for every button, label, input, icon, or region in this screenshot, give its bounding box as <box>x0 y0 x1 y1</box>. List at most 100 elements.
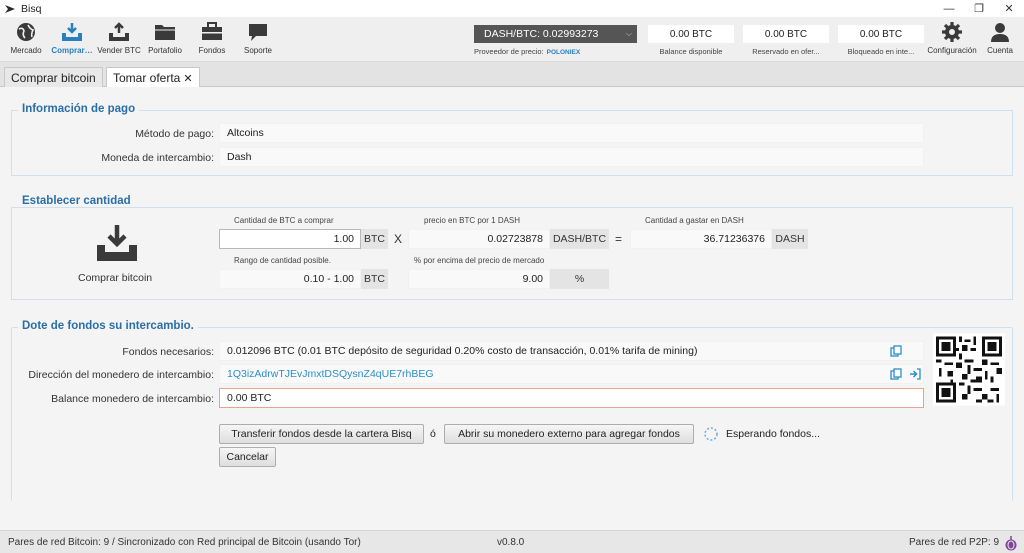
wallet-balance-field: 0.00 BTC <box>219 388 924 408</box>
price-value: DASH/BTC: 0.02993273 <box>484 28 599 40</box>
copy-icon[interactable] <box>890 345 902 357</box>
buy-bitcoin-icon <box>97 225 137 261</box>
payment-method-field: Altcoins <box>219 123 924 143</box>
equals-sign: = <box>615 232 623 246</box>
waiting-funds-label: Esperando fondos... <box>726 428 820 440</box>
or-label: ó <box>430 428 436 440</box>
currency-label: Moneda de intercambio: <box>101 152 214 164</box>
tab-close-icon[interactable]: ✕ <box>183 72 192 85</box>
tab-tomar-oferta-label: Tomar oferta <box>113 71 181 85</box>
nav-mercado[interactable]: Mercado <box>2 21 50 55</box>
balance-reserved-label: Reservado en ofer... <box>752 47 820 56</box>
btc-amount-unit: BTC <box>361 229 388 249</box>
minimize-button[interactable]: — <box>934 0 964 17</box>
sell-btc-icon <box>109 22 129 41</box>
price-per-unit-unit: DASH/BTC <box>550 229 609 249</box>
payment-method-label: Método de pago: <box>135 128 214 140</box>
payment-info-title: Información de pago <box>18 103 140 115</box>
qr-code-image[interactable] <box>933 333 1005 406</box>
balance-locked: 0.00 BTC Bloqueado en inte... <box>838 25 924 61</box>
cancel-button[interactable]: Cancelar <box>219 447 276 467</box>
wallet-address-label: Dirección del monedero de intercambio: <box>28 369 214 381</box>
funding-title: Dote de fondos su intercambio. <box>18 320 198 332</box>
nav-soporte-label: Soporte <box>243 46 273 55</box>
folder-icon <box>155 25 175 40</box>
user-icon <box>991 23 1009 42</box>
open-wallet-icon[interactable] <box>909 368 921 380</box>
app-version: v0.8.0 <box>497 537 525 548</box>
open-external-wallet-button[interactable]: Abrir su monedero externo para agregar f… <box>444 424 694 444</box>
nav-mercado-label: Mercado <box>10 46 42 55</box>
market-pct-unit: % <box>550 269 609 289</box>
p2p-network-status: Pares de red P2P: 9 <box>909 537 1000 548</box>
chat-icon <box>249 24 267 41</box>
amount-title: Establecer cantidad <box>18 195 135 207</box>
globe-icon <box>17 23 35 41</box>
multiply-sign: X <box>394 232 403 246</box>
balance-reserved: 0.00 BTC Reservado en ofer... <box>743 25 829 61</box>
funds-needed-label: Fondos necesarios: <box>122 346 214 358</box>
range-unit: BTC <box>361 269 388 289</box>
wallet-address-field[interactable]: 1Q3izAdrwTJEvJmxtDSQysnZ4qUE7rhBEG <box>219 364 924 384</box>
nav-cuenta[interactable]: Cuenta <box>980 21 1020 55</box>
price-selector[interactable]: DASH/BTC: 0.02993273 ⌵ <box>474 25 637 43</box>
nav-comprar-label: Comprar… <box>51 46 93 55</box>
total-field: 36.71236376 <box>630 229 772 249</box>
take-offer-view: Información de pago Método de pago: Altc… <box>0 87 1024 530</box>
price-provider-name: POLONIEX <box>546 49 581 56</box>
restore-button[interactable]: ❐ <box>964 0 994 17</box>
btc-amount-label: Cantidad de BTC a comprar <box>234 216 334 225</box>
price-provider: Proveedor de precio: POLONIEX <box>474 47 580 56</box>
window-title: Bisq <box>21 2 42 15</box>
bitcoin-network-status: Pares de red Bitcoin: 9 / Sincronizado c… <box>8 537 361 548</box>
nav-configuracion-label: Configuración <box>927 46 977 55</box>
funds-needed-field: 0.012096 BTC (0.01 BTC depósito de segur… <box>219 341 924 361</box>
price-provider-label: Proveedor de precio: <box>474 47 544 56</box>
market-pct-label: % por encima del precio de mercado <box>414 256 545 265</box>
tab-comprar-bitcoin-label: Comprar bitcoin <box>11 70 96 85</box>
balance-available-value: 0.00 BTC <box>648 25 734 43</box>
balance-available: 0.00 BTC Balance disponible <box>648 25 734 61</box>
main-toolbar: Mercado Comprar… Vender BTC Portafolio F… <box>0 17 1024 62</box>
nav-cuenta-label: Cuenta <box>987 46 1013 55</box>
balance-available-label: Balance disponible <box>659 47 723 56</box>
market-pct-field: 9.00 <box>408 269 550 289</box>
nav-vender-label: Vender BTC <box>97 46 141 55</box>
copy-address-icon[interactable] <box>890 368 902 380</box>
currency-field: Dash <box>219 147 924 167</box>
nav-soporte[interactable]: Soporte <box>234 21 282 55</box>
nav-vender[interactable]: Vender BTC <box>95 21 143 55</box>
balance-locked-label: Bloqueado en inte... <box>847 47 915 56</box>
buy-bitcoin-label: Comprar bitcoin <box>78 272 153 284</box>
balance-reserved-value: 0.00 BTC <box>743 25 829 43</box>
nav-comprar[interactable]: Comprar… <box>48 21 96 55</box>
range-label: Rango de cantidad posible. <box>234 256 331 265</box>
transfer-from-bisq-button[interactable]: Transferir fondos desde la cartera Bisq <box>219 424 424 444</box>
tor-onion-icon <box>1005 536 1017 551</box>
chevron-down-icon: ⌵ <box>625 29 632 38</box>
nav-portafolio[interactable]: Portafolio <box>141 21 189 55</box>
bisq-logo-icon <box>5 4 15 13</box>
nav-configuracion[interactable]: Configuración <box>924 21 980 55</box>
nav-fondos[interactable]: Fondos <box>188 21 236 55</box>
balance-locked-value: 0.00 BTC <box>838 25 924 43</box>
nav-portafolio-label: Portafolio <box>148 46 182 55</box>
tab-bar: Comprar bitcoin Tomar oferta ✕ <box>0 62 1024 88</box>
wallet-balance-label: Balance monedero de intercambio: <box>51 393 214 405</box>
tab-tomar-oferta[interactable]: Tomar oferta ✕ <box>106 67 200 88</box>
total-label: Cantidad a gastar en DASH <box>645 216 744 225</box>
btc-amount-input[interactable]: 1.00 <box>219 229 361 249</box>
nav-fondos-label: Fondos <box>198 46 226 55</box>
briefcase-icon <box>202 22 222 40</box>
tab-comprar-bitcoin[interactable]: Comprar bitcoin <box>4 67 103 87</box>
gear-icon <box>942 22 962 42</box>
total-unit: DASH <box>772 229 808 249</box>
price-per-unit-field: 0.02723878 <box>408 229 550 249</box>
price-per-unit-label: precio en BTC por 1 DASH <box>424 216 521 225</box>
buy-btc-icon <box>62 23 82 41</box>
range-field: 0.10 - 1.00 <box>219 269 361 289</box>
close-window-button[interactable]: ✕ <box>994 0 1024 17</box>
spinner-icon <box>704 427 718 441</box>
status-bar: Pares de red Bitcoin: 9 / Sincronizado c… <box>0 530 1024 553</box>
title-bar: Bisq — ❐ ✕ <box>0 0 1024 17</box>
